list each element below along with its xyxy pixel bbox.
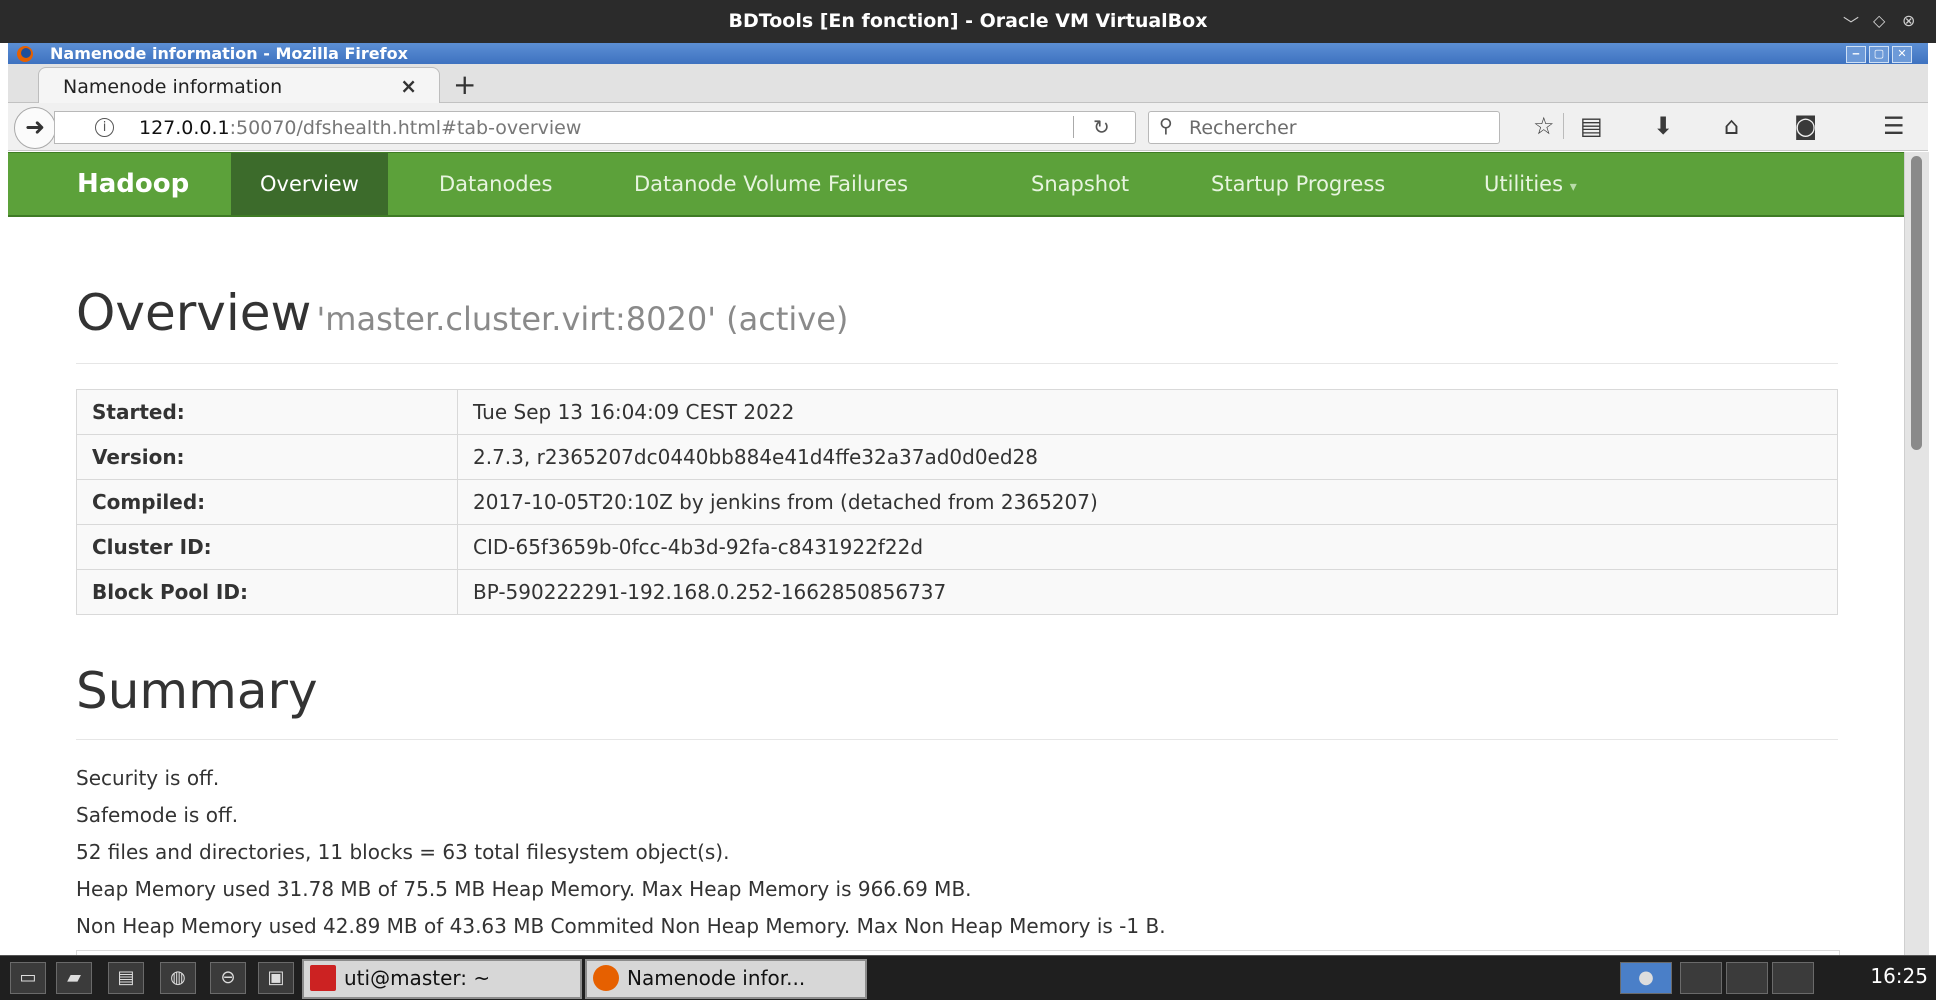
nav-overview[interactable]: Overview: [231, 153, 388, 215]
files-launcher-icon[interactable]: ▤: [108, 962, 144, 994]
overview-table: Started: Tue Sep 13 16:04:09 CEST 2022 V…: [76, 389, 1838, 615]
summary-non-heap-memory: Non Heap Memory used 42.89 MB of 43.63 M…: [76, 914, 1166, 938]
network-launcher-icon[interactable]: ◍: [160, 962, 196, 994]
toolbar-separator: [1563, 113, 1564, 139]
new-tab-button[interactable]: +: [453, 68, 476, 101]
divider: [76, 739, 1838, 740]
search-icon: ⚲: [1159, 115, 1173, 137]
tray-slot[interactable]: [1772, 962, 1814, 994]
taskbar: ▭ ▰ ▤ ◍ ⊖ ▣ uti@master: ~ Namenode infor…: [0, 955, 1936, 1000]
nav-utilities[interactable]: Utilities ▾: [1455, 153, 1606, 215]
maximize-icon[interactable]: ◇: [1873, 11, 1885, 30]
terminal-launcher-icon[interactable]: ▰: [56, 962, 92, 994]
overview-subtitle: 'master.cluster.virt:8020' (active): [316, 300, 849, 338]
window-close-button[interactable]: ✕: [1892, 46, 1912, 63]
navigation-toolbar: ➜ i 127.0.0.1:50070/dfshealth.html#tab-o…: [8, 103, 1928, 151]
task-firefox[interactable]: Namenode infor...: [585, 959, 867, 999]
search-bar[interactable]: ⚲: [1148, 111, 1500, 144]
summary-heap-memory: Heap Memory used 31.78 MB of 75.5 MB Hea…: [76, 877, 972, 901]
row-key: Cluster ID:: [76, 524, 458, 570]
table-row: Compiled: 2017-10-05T20:10Z by jenkins f…: [76, 479, 1838, 525]
eclipse-launcher-icon[interactable]: ⊖: [210, 962, 246, 994]
table-row: Block Pool ID: BP-590222291-192.168.0.25…: [76, 569, 1838, 615]
nav-datanode-volume-failures[interactable]: Datanode Volume Failures: [605, 153, 937, 215]
firefox-tray-icon[interactable]: ●: [1620, 962, 1672, 994]
star-icon[interactable]: ☆: [1533, 112, 1555, 140]
row-value: Tue Sep 13 16:04:09 CEST 2022: [457, 389, 1838, 435]
table-row: Version: 2.7.3, r2365207dc0440bb884e41d4…: [76, 434, 1838, 480]
summary-title: Summary: [76, 662, 318, 720]
table-row: Started: Tue Sep 13 16:04:09 CEST 2022: [76, 389, 1838, 435]
pocket-icon[interactable]: ◙: [1794, 112, 1817, 140]
summary-safemode: Safemode is off.: [76, 803, 239, 827]
tab-namenode-information[interactable]: Namenode information ×: [38, 67, 440, 104]
hadoop-navbar: Hadoop Overview Datanodes Datanode Volum…: [8, 152, 1904, 217]
menu-icon[interactable]: ☰: [1883, 112, 1905, 140]
download-icon[interactable]: ⬇: [1653, 112, 1673, 140]
search-input[interactable]: [1187, 115, 1491, 141]
windows-launcher-icon[interactable]: ▣: [258, 962, 294, 994]
url-bar[interactable]: i 127.0.0.1:50070/dfshealth.html#tab-ove…: [54, 111, 1136, 144]
tray-slot[interactable]: [1680, 962, 1722, 994]
virtualbox-titlebar: BDTools [En fonction] - Oracle VM Virtua…: [0, 0, 1936, 43]
virtualbox-title: BDTools [En fonction] - Oracle VM Virtua…: [728, 10, 1208, 32]
info-icon[interactable]: i: [95, 118, 114, 137]
firefox-titlebar: Namenode information - Mozilla Firefox ‒…: [8, 43, 1928, 64]
window-maximize-button[interactable]: ▢: [1869, 46, 1889, 63]
minimize-icon[interactable]: ﹀: [1843, 11, 1859, 35]
task-terminal[interactable]: uti@master: ~: [302, 959, 582, 999]
reading-list-icon[interactable]: ▤: [1580, 112, 1603, 140]
overview-title: Overview: [76, 284, 312, 342]
firefox-window-title: Namenode information - Mozilla Firefox: [50, 44, 408, 63]
divider: [76, 363, 1838, 364]
summary-filesystem-objects: 52 files and directories, 11 blocks = 63…: [76, 840, 730, 864]
hadoop-brand[interactable]: Hadoop: [77, 169, 189, 199]
row-key: Started:: [76, 389, 458, 435]
nav-datanodes[interactable]: Datanodes: [410, 153, 582, 215]
row-key: Version:: [76, 434, 458, 480]
clock: 16:25: [1870, 964, 1928, 988]
table-row: Cluster ID: CID-65f3659b-0fcc-4b3d-92fa-…: [76, 524, 1838, 570]
page-scrollbar[interactable]: [1904, 152, 1929, 955]
url-separator: [1073, 116, 1074, 138]
back-arrow-icon: ➜: [24, 113, 46, 141]
summary-security: Security is off.: [76, 766, 220, 790]
tray-slot[interactable]: [1726, 962, 1768, 994]
row-value: 2017-10-05T20:10Z by jenkins from (detac…: [457, 479, 1838, 525]
row-value: 2.7.3, r2365207dc0440bb884e41d4ffe32a37a…: [457, 434, 1838, 480]
tab-close-icon[interactable]: ×: [400, 74, 417, 98]
chevron-down-icon: ▾: [1569, 179, 1577, 195]
home-icon[interactable]: ⌂: [1724, 112, 1739, 140]
firefox-icon: [593, 965, 619, 991]
tab-label: Namenode information: [63, 76, 283, 98]
tab-strip: Namenode information × +: [8, 64, 1928, 104]
scrollbar-thumb[interactable]: [1911, 156, 1922, 450]
close-icon[interactable]: ⊗: [1902, 11, 1915, 30]
url-text[interactable]: 127.0.0.1:50070/dfshealth.html#tab-overv…: [139, 117, 581, 139]
row-key: Compiled:: [76, 479, 458, 525]
nav-snapshot[interactable]: Snapshot: [1002, 153, 1158, 215]
row-value: BP-590222291-192.168.0.252-1662850856737: [457, 569, 1838, 615]
nav-startup-progress[interactable]: Startup Progress: [1182, 153, 1414, 215]
show-desktop-icon[interactable]: ▭: [10, 962, 46, 994]
row-value: CID-65f3659b-0fcc-4b3d-92fa-c8431922f22d: [457, 524, 1838, 570]
row-key: Block Pool ID:: [76, 569, 458, 615]
back-button[interactable]: ➜: [14, 107, 56, 149]
window-minimize-button[interactable]: ‒: [1846, 46, 1866, 63]
reload-icon[interactable]: ↻: [1093, 115, 1110, 139]
overview-heading: Overview 'master.cluster.virt:8020' (act…: [76, 284, 848, 342]
terminal-icon: [310, 965, 336, 991]
firefox-icon: [17, 46, 33, 62]
